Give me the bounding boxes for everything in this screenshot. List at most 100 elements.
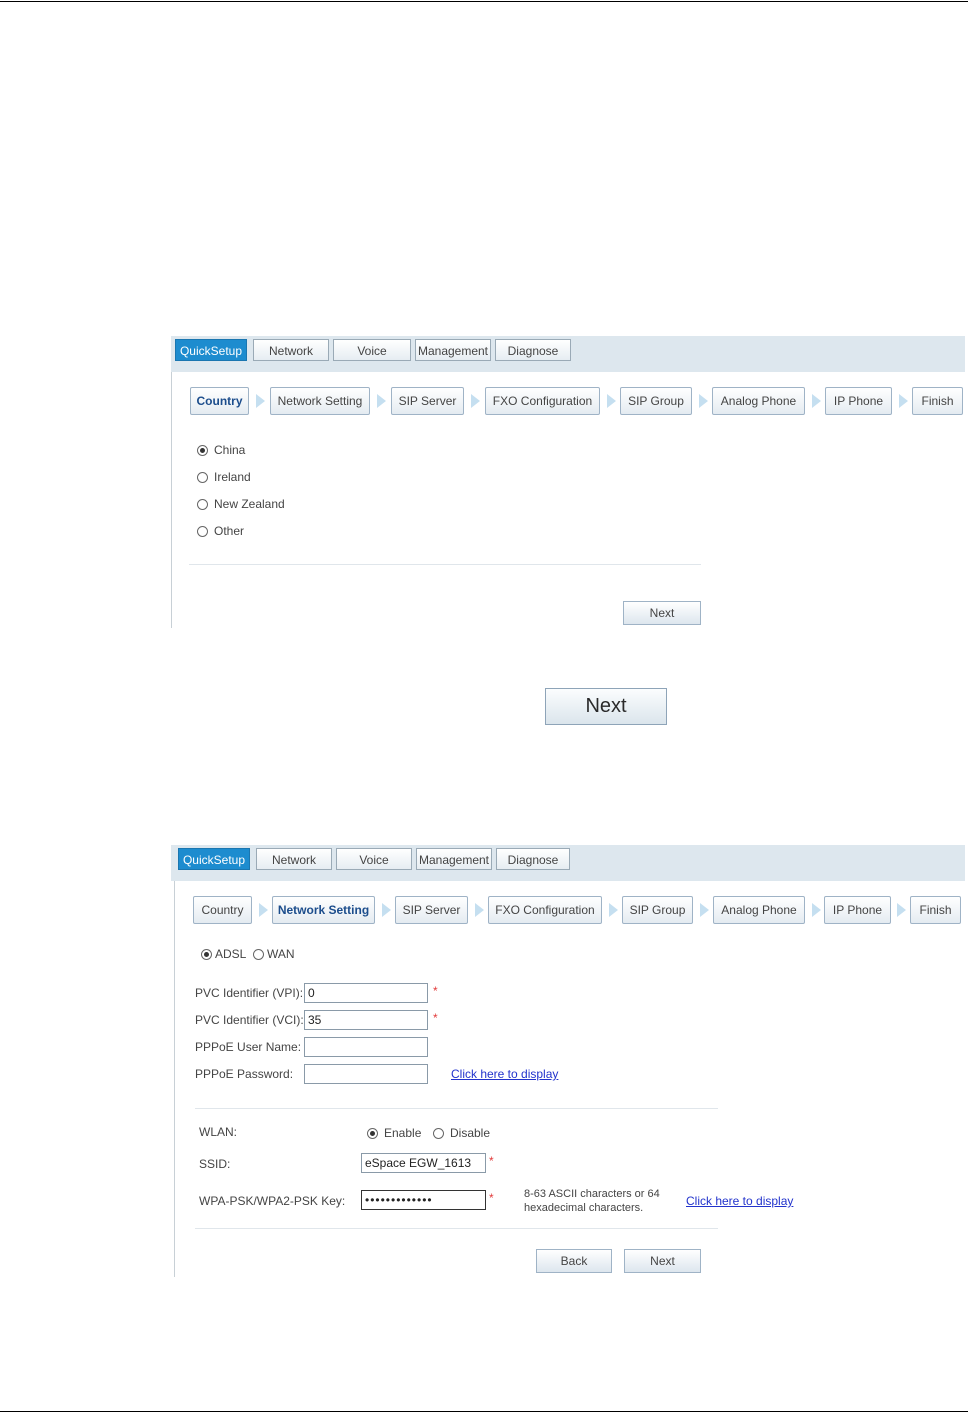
country-option-ireland[interactable]: Ireland [197, 469, 251, 485]
step-arrow-icon [699, 394, 708, 408]
radio-selected-icon[interactable] [197, 445, 208, 457]
back-button[interactable]: Back [536, 1249, 612, 1273]
step-network-setting[interactable]: Network Setting [270, 387, 370, 415]
required-mark: * [433, 984, 438, 998]
wpa-key-hint: 8-63 ASCII characters or 64 hexadecimal … [524, 1187, 660, 1215]
next-button[interactable]: Next [624, 1249, 701, 1273]
nav-tab-voice[interactable]: Voice [336, 848, 412, 870]
step-country[interactable]: Country [193, 896, 252, 924]
step-network-setting[interactable]: Network Setting [272, 896, 375, 924]
step-sip-server[interactable]: SIP Server [395, 896, 468, 924]
step-arrow-icon [475, 903, 484, 917]
country-option-new-zealand[interactable]: New Zealand [197, 496, 285, 512]
page-bottom-rule [0, 1411, 968, 1412]
wpa-hint-line-2: hexadecimal characters. [524, 1202, 644, 1214]
radio-icon[interactable] [197, 472, 208, 484]
form-divider [195, 1108, 718, 1109]
wlan-label: WLAN: [199, 1125, 238, 1139]
nav-tab-network[interactable]: Network [256, 848, 332, 870]
pppoe-password-label: PPPoE Password: [195, 1067, 294, 1081]
country-label: Other [214, 524, 245, 538]
step-fxo-configuration[interactable]: FXO Configuration [485, 387, 600, 415]
country-option-china[interactable]: China [197, 442, 245, 458]
next-button-enlarged[interactable]: Next [545, 688, 667, 725]
step-ip-phone[interactable]: IP Phone [824, 896, 891, 924]
step-sip-group[interactable]: SIP Group [622, 896, 693, 924]
step-arrow-icon [609, 903, 618, 917]
radio-icon[interactable] [253, 949, 264, 961]
required-mark: * [489, 1191, 494, 1205]
wlan-option-enable[interactable]: Enable [367, 1125, 421, 1141]
country-label: China [214, 443, 246, 457]
wpa-key-label: WPA-PSK/WPA2-PSK Key: [199, 1194, 346, 1208]
radio-selected-icon[interactable] [367, 1128, 378, 1140]
country-label: Ireland [214, 470, 251, 484]
wpa-key-input[interactable]: ••••••••••••• [361, 1190, 486, 1210]
step-arrow-icon [897, 903, 906, 917]
show-wpa-key-link[interactable]: Click here to display [686, 1194, 793, 1208]
wlan-disable-label: Disable [450, 1126, 491, 1140]
show-password-link[interactable]: Click here to display [451, 1067, 558, 1081]
nav-tab-management[interactable]: Management [415, 339, 491, 361]
nav-tab-management[interactable]: Management [416, 848, 492, 870]
step-arrow-icon [700, 903, 709, 917]
radio-selected-icon[interactable] [201, 949, 212, 961]
step-finish[interactable]: Finish [910, 896, 961, 924]
mode-option-wan[interactable]: WAN [253, 946, 295, 962]
mode-option-adsl[interactable]: ADSL [201, 946, 246, 962]
step-arrow-icon [899, 394, 908, 408]
country-label: New Zealand [214, 497, 285, 511]
mode-label: WAN [267, 947, 295, 961]
form-divider [195, 1228, 718, 1229]
vci-label: PVC Identifier (VCI): [195, 1013, 304, 1027]
country-screenshot: QuickSetup Network Voice Management Diag… [171, 336, 965, 628]
nav-tab-quicksetup[interactable]: QuickSetup [175, 339, 247, 361]
radio-icon[interactable] [197, 526, 208, 538]
wpa-hint-line-1: 8-63 ASCII characters or 64 [524, 1188, 660, 1200]
pppoe-user-input[interactable] [304, 1037, 428, 1057]
nav-tab-quicksetup[interactable]: QuickSetup [178, 848, 250, 870]
step-arrow-icon [812, 394, 821, 408]
form-divider [189, 564, 701, 565]
ssid-label: SSID: [199, 1157, 231, 1171]
step-arrow-icon [471, 394, 480, 408]
network-setting-screenshot: QuickSetup Network Voice Management Diag… [171, 845, 965, 1277]
required-mark: * [433, 1011, 438, 1025]
step-sip-group[interactable]: SIP Group [620, 387, 692, 415]
step-arrow-icon [812, 903, 821, 917]
wlan-option-disable[interactable]: Disable [433, 1125, 490, 1141]
step-arrow-icon [607, 394, 616, 408]
nav-tab-diagnose[interactable]: Diagnose [496, 848, 570, 870]
content-left-border [171, 372, 172, 628]
vci-input[interactable]: 35 [304, 1010, 428, 1030]
step-fxo-configuration[interactable]: FXO Configuration [488, 896, 602, 924]
nav-tab-diagnose[interactable]: Diagnose [495, 339, 571, 361]
step-finish[interactable]: Finish [912, 387, 963, 415]
pppoe-password-input[interactable] [304, 1064, 428, 1084]
page-top-rule [0, 1, 968, 2]
nav-tab-network[interactable]: Network [253, 339, 329, 361]
step-arrow-icon [382, 903, 391, 917]
step-analog-phone[interactable]: Analog Phone [713, 896, 805, 924]
next-button[interactable]: Next [623, 601, 701, 625]
required-mark: * [489, 1154, 494, 1168]
top-nav-bar: QuickSetup Network Voice Management Diag… [171, 845, 965, 881]
step-country[interactable]: Country [190, 387, 249, 415]
ssid-input[interactable]: eSpace EGW_1613 [361, 1153, 486, 1173]
wlan-enable-label: Enable [384, 1126, 422, 1140]
top-nav-bar: QuickSetup Network Voice Management Diag… [171, 336, 965, 372]
step-sip-server[interactable]: SIP Server [391, 387, 464, 415]
nav-tab-voice[interactable]: Voice [333, 339, 411, 361]
vpi-input[interactable]: 0 [304, 983, 428, 1003]
pppoe-user-label: PPPoE User Name: [195, 1040, 302, 1054]
radio-icon[interactable] [433, 1128, 444, 1140]
vpi-label: PVC Identifier (VPI): [195, 986, 304, 1000]
step-ip-phone[interactable]: IP Phone [825, 387, 892, 415]
step-arrow-icon [259, 903, 268, 917]
step-arrow-icon [256, 394, 265, 408]
step-arrow-icon [377, 394, 386, 408]
mode-label: ADSL [215, 947, 247, 961]
country-option-other[interactable]: Other [197, 523, 244, 539]
step-analog-phone[interactable]: Analog Phone [712, 387, 805, 415]
radio-icon[interactable] [197, 499, 208, 511]
